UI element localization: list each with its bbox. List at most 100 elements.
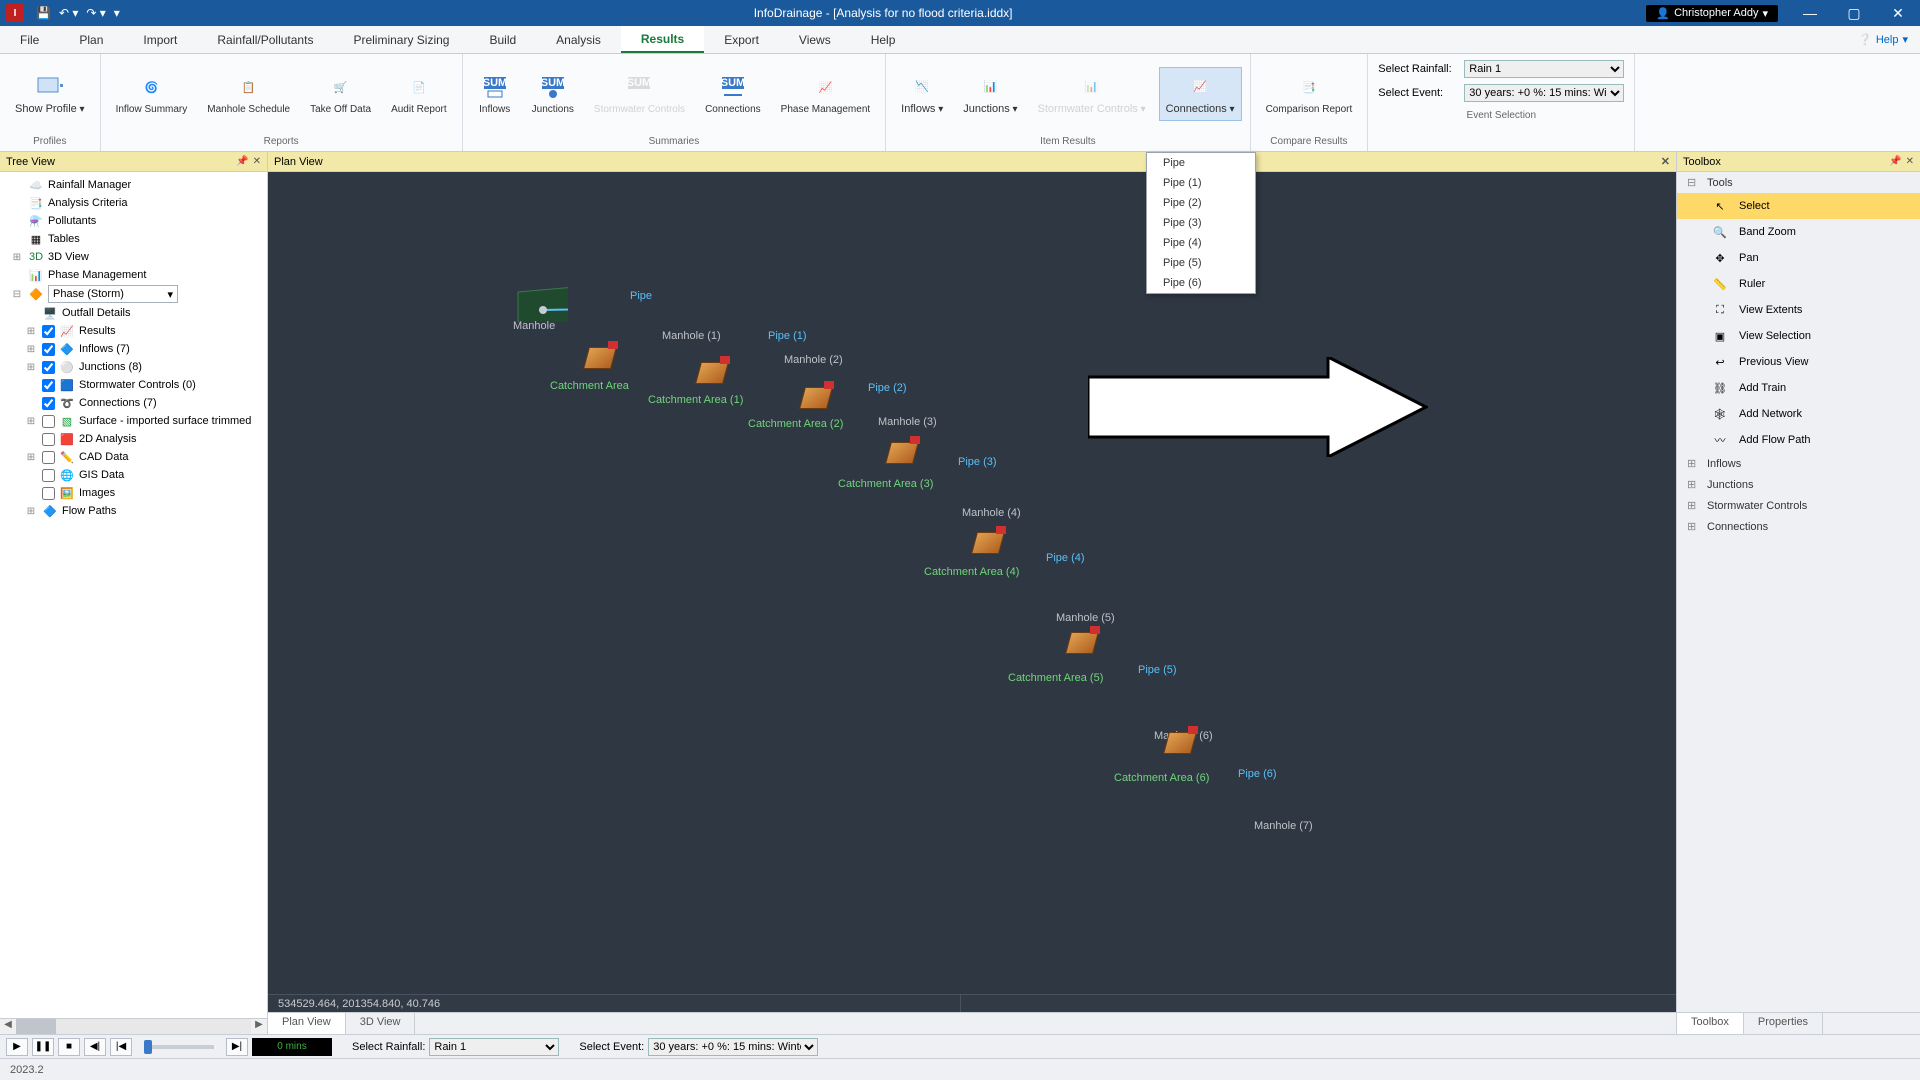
tools-section[interactable]: ⊟Tools <box>1677 172 1920 193</box>
junctions-section[interactable]: ⊞Junctions <box>1677 474 1920 495</box>
item-connections-button[interactable]: 📈Connections ▾ <box>1159 67 1242 120</box>
tool-select[interactable]: ↖Select <box>1677 193 1920 219</box>
toolbox-tab[interactable]: Toolbox <box>1677 1013 1744 1034</box>
popup-item[interactable]: Pipe (1) <box>1147 173 1255 193</box>
sw-controls-section[interactable]: ⊞Stormwater Controls <box>1677 495 1920 516</box>
pin-icon[interactable]: 📌 <box>236 156 248 167</box>
tree-node[interactable]: ⊞🔷Flow Paths <box>0 502 267 520</box>
tree-node[interactable]: 🟥2D Analysis <box>0 430 267 448</box>
tool-band-zoom[interactable]: 🔍Band Zoom <box>1677 219 1920 245</box>
tree-node[interactable]: ⊞🔷Inflows (7) <box>0 340 267 358</box>
tool-add-flow-path[interactable]: 〰Add Flow Path <box>1677 427 1920 453</box>
chevron-down-icon: ▾ <box>1902 33 1908 46</box>
tree-node[interactable]: 📊Phase Management <box>0 266 267 284</box>
menu-build[interactable]: Build <box>469 26 536 53</box>
audit-report-button[interactable]: 📄Audit Report <box>384 68 454 120</box>
manhole-icon <box>974 532 1002 554</box>
tree-node[interactable]: 🖥️Outfall Details <box>0 304 267 322</box>
popup-item[interactable]: Pipe (5) <box>1147 253 1255 273</box>
popup-item[interactable]: Pipe (4) <box>1147 233 1255 253</box>
forward-button[interactable]: ▶| <box>226 1038 248 1056</box>
tool-add-train[interactable]: ⛓Add Train <box>1677 375 1920 401</box>
select-rainfall-dropdown[interactable]: Rain 1 <box>1464 60 1624 78</box>
undo-icon[interactable]: ↶ ▾ <box>59 6 78 20</box>
tool-add-network[interactable]: 🕸Add Network <box>1677 401 1920 427</box>
help-link[interactable]: ❔Help▾ <box>1846 26 1920 53</box>
take-off-data-button[interactable]: 🛒Take Off Data <box>303 68 378 120</box>
step-back-button[interactable]: ◀| <box>84 1038 106 1056</box>
popup-item[interactable]: Pipe (6) <box>1147 273 1255 293</box>
tool-pan[interactable]: ✥Pan <box>1677 245 1920 271</box>
3d-view-tab[interactable]: 3D View <box>346 1013 416 1034</box>
phase-dropdown[interactable]: Phase (Storm)▾ <box>48 285 178 303</box>
play-button[interactable]: ▶ <box>6 1038 28 1056</box>
select-event-dropdown[interactable]: 30 years: +0 %: 15 mins: Winter <box>1464 84 1624 102</box>
tree-node[interactable]: ☁️Rainfall Manager <box>0 176 267 194</box>
inflows-section[interactable]: ⊞Inflows <box>1677 453 1920 474</box>
menu-file[interactable]: File <box>0 26 59 53</box>
menu-plan[interactable]: Plan <box>59 26 123 53</box>
timeline-rainfall-dropdown[interactable]: Rain 1 <box>429 1038 559 1056</box>
tree-node[interactable]: ⊞📈Results <box>0 322 267 340</box>
time-slider[interactable] <box>144 1045 214 1049</box>
maximize-button[interactable]: ▢ <box>1832 0 1876 26</box>
pause-button[interactable]: ❚❚ <box>32 1038 54 1056</box>
redo-icon[interactable]: ↷ ▾ <box>86 6 105 20</box>
menu-prelim-sizing[interactable]: Preliminary Sizing <box>333 26 469 53</box>
item-junctions-button[interactable]: 📊Junctions ▾ <box>956 67 1024 120</box>
menu-results[interactable]: Results <box>621 26 704 53</box>
item-inflows-button[interactable]: 📉Inflows ▾ <box>894 67 950 120</box>
show-profile-button[interactable]: Show Profile ▾ <box>8 67 92 120</box>
summaries-phase-button[interactable]: 📈Phase Management <box>774 68 878 120</box>
plan-view-canvas[interactable]: Manhole Manhole (1) Manhole (2) Manhole … <box>268 172 1676 994</box>
tree-node[interactable]: ➰Connections (7) <box>0 394 267 412</box>
tree-node[interactable]: ⊞3D3D View <box>0 248 267 266</box>
coordinate-bar: 534529.464, 201354.840, 40.746 <box>268 994 1676 1012</box>
properties-tab[interactable]: Properties <box>1744 1013 1823 1034</box>
tree-node[interactable]: ⊞▧Surface - imported surface trimmed <box>0 412 267 430</box>
tree-node[interactable]: ▦Tables <box>0 230 267 248</box>
stop-button[interactable]: ■ <box>58 1038 80 1056</box>
summaries-connections-button[interactable]: SUMConnections <box>698 68 768 120</box>
tree-node[interactable]: 📑Analysis Criteria <box>0 194 267 212</box>
summaries-junctions-button[interactable]: SUMJunctions <box>525 68 581 120</box>
tree-node-phase[interactable]: ⊟🔶Phase (Storm)▾ <box>0 284 267 304</box>
close-icon[interactable]: ✕ <box>1906 156 1914 167</box>
tree-node[interactable]: 🖼️Images <box>0 484 267 502</box>
menu-analysis[interactable]: Analysis <box>536 26 621 53</box>
menu-rainfall[interactable]: Rainfall/Pollutants <box>197 26 333 53</box>
flow-icon: 〰 <box>1711 431 1729 449</box>
tool-view-extents[interactable]: ⛶View Extents <box>1677 297 1920 323</box>
user-badge[interactable]: 👤 Christopher Addy ▾ <box>1646 5 1778 22</box>
tree-node[interactable]: ⊞⚪Junctions (8) <box>0 358 267 376</box>
pin-icon[interactable]: 📌 <box>1889 156 1901 167</box>
menu-views[interactable]: Views <box>779 26 851 53</box>
timeline-event-dropdown[interactable]: 30 years: +0 %: 15 mins: Winter <box>648 1038 818 1056</box>
close-icon[interactable]: ✕ <box>253 156 261 167</box>
popup-item[interactable]: Pipe (2) <box>1147 193 1255 213</box>
plan-view-tab[interactable]: Plan View <box>268 1013 346 1034</box>
tool-ruler[interactable]: 📏Ruler <box>1677 271 1920 297</box>
minimize-button[interactable]: — <box>1788 0 1832 26</box>
save-icon[interactable]: 💾 <box>36 6 51 20</box>
tree-node[interactable]: ⊞✏️CAD Data <box>0 448 267 466</box>
close-icon[interactable]: ✕ <box>1661 155 1670 168</box>
summaries-inflows-button[interactable]: SUMInflows <box>471 68 519 120</box>
inflow-summary-button[interactable]: 🌀Inflow Summary <box>109 68 195 120</box>
tree-node[interactable]: ⚗️Pollutants <box>0 212 267 230</box>
tool-previous-view[interactable]: ↩Previous View <box>1677 349 1920 375</box>
tool-view-selection[interactable]: ▣View Selection <box>1677 323 1920 349</box>
connections-section[interactable]: ⊞Connections <box>1677 516 1920 537</box>
popup-item[interactable]: Pipe <box>1147 153 1255 173</box>
comparison-report-button[interactable]: 📑Comparison Report <box>1259 68 1360 120</box>
menu-export[interactable]: Export <box>704 26 779 53</box>
close-button[interactable]: ✕ <box>1876 0 1920 26</box>
horizontal-scrollbar[interactable]: ◀▶ <box>0 1018 267 1034</box>
menu-import[interactable]: Import <box>123 26 197 53</box>
popup-item[interactable]: Pipe (3) <box>1147 213 1255 233</box>
menu-help[interactable]: Help <box>851 26 916 53</box>
manhole-schedule-button[interactable]: 📋Manhole Schedule <box>200 68 297 120</box>
rewind-button[interactable]: |◀ <box>110 1038 132 1056</box>
tree-node[interactable]: 🌐GIS Data <box>0 466 267 484</box>
tree-node[interactable]: 🟦Stormwater Controls (0) <box>0 376 267 394</box>
